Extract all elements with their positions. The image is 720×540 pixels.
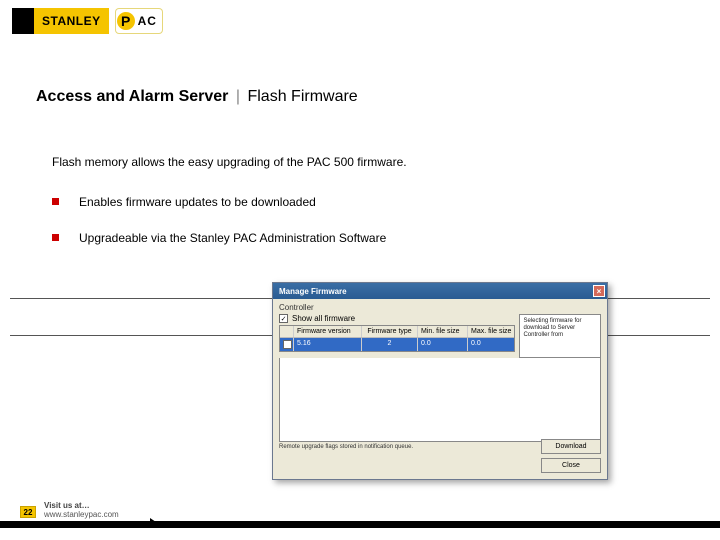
slide-heading: Access and Alarm Server | Flash Firmware [36, 88, 358, 106]
help-panel: Selecting firmware for download to Serve… [519, 314, 601, 358]
bullet-text: Enables firmware updates to be downloade… [79, 195, 316, 209]
dialog-section-label: Controller [279, 303, 601, 312]
slide-footer: 22 Visit us at… www.stanleypac.com [0, 500, 720, 528]
bullet-text: Upgradeable via the Stanley PAC Administ… [79, 231, 386, 245]
logo-stanley: STANLEY [34, 8, 109, 34]
col-type: Firmware type [362, 326, 418, 337]
logo-pac-initial: P [117, 12, 135, 30]
list-item: Enables firmware updates to be downloade… [52, 195, 386, 209]
heading-separator: | [236, 88, 240, 105]
cell-min: 0.0 [418, 338, 468, 351]
table-row[interactable]: 5.16 2 0.0 0.0 [280, 338, 514, 351]
checkbox-icon[interactable]: ✓ [279, 314, 288, 323]
dialog-title: Manage Firmware [279, 287, 347, 296]
bullet-icon [52, 198, 59, 205]
col-version: Firmware version [294, 326, 362, 337]
firmware-list-body[interactable] [279, 358, 601, 442]
close-button[interactable]: Close [541, 458, 601, 473]
visit-url: www.stanleypac.com [44, 510, 119, 519]
cell-max: 0.0 [468, 338, 514, 351]
cell-version: 5.16 [294, 338, 362, 351]
logo-pac: P AC [115, 8, 163, 34]
bullet-list: Enables firmware updates to be downloade… [52, 195, 386, 267]
cell-type: 2 [362, 338, 418, 351]
show-all-firmware-checkbox[interactable]: ✓ Show all firmware [279, 314, 515, 323]
list-item: Upgradeable via the Stanley PAC Administ… [52, 231, 386, 245]
bullet-icon [52, 234, 59, 241]
footer-visit: Visit us at… www.stanleypac.com [44, 502, 119, 520]
heading-sub: Flash Firmware [247, 88, 357, 105]
table-header-row: Firmware version Firmware type Min. file… [280, 326, 514, 338]
col-min: Min. file size [418, 326, 468, 337]
close-icon[interactable]: × [593, 285, 605, 297]
brand-logo: STANLEY P AC [12, 8, 163, 34]
manage-firmware-dialog: Manage Firmware × Controller ✓ Show all … [272, 282, 608, 480]
checkbox-label: Show all firmware [292, 314, 355, 323]
col-check [280, 326, 294, 337]
heading-main: Access and Alarm Server [36, 88, 228, 105]
firmware-table: Firmware version Firmware type Min. file… [279, 325, 515, 352]
logo-pac-rest: AC [138, 14, 157, 28]
row-checkbox-icon[interactable] [283, 340, 292, 349]
footer-black-bar [0, 521, 720, 528]
dialog-titlebar[interactable]: Manage Firmware × [273, 283, 607, 299]
page-number: 22 [20, 506, 36, 518]
col-max: Max. file size [468, 326, 514, 337]
logo-black-block [12, 8, 34, 34]
help-text: Selecting firmware for download to Serve… [523, 318, 581, 338]
visit-label: Visit us at… [44, 501, 90, 510]
download-button[interactable]: Download [541, 439, 601, 454]
intro-text: Flash memory allows the easy upgrading o… [52, 155, 407, 169]
